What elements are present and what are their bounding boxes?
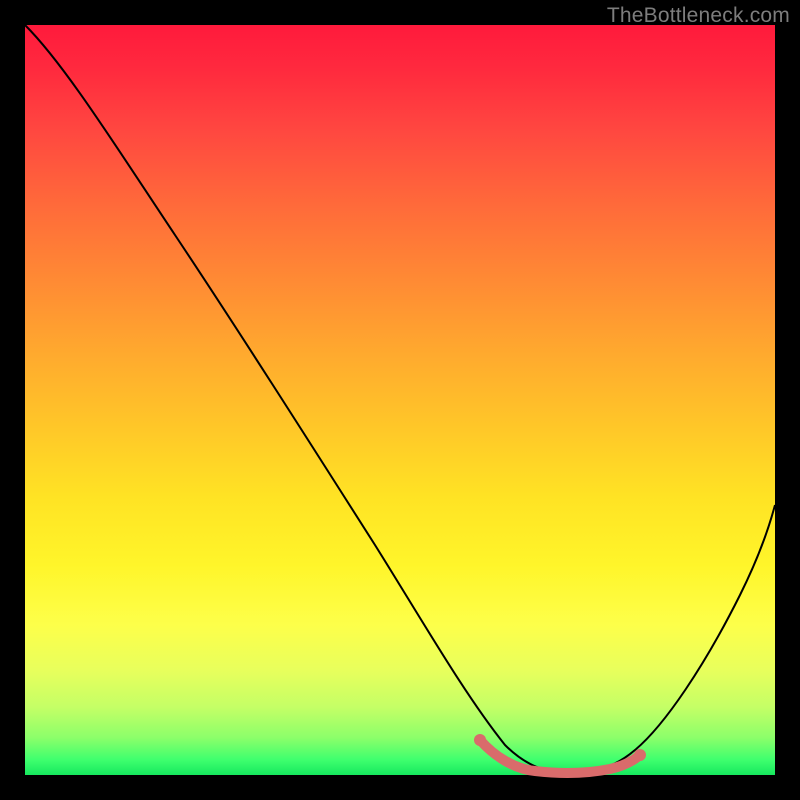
optimal-range-start-dot [474,734,486,746]
watermark-text: TheBottleneck.com [607,4,790,28]
chart-svg [25,25,775,775]
optimal-range-end-dot [634,749,646,761]
chart-frame: TheBottleneck.com [0,0,800,800]
bottleneck-curve [25,25,775,773]
plot-area [25,25,775,775]
